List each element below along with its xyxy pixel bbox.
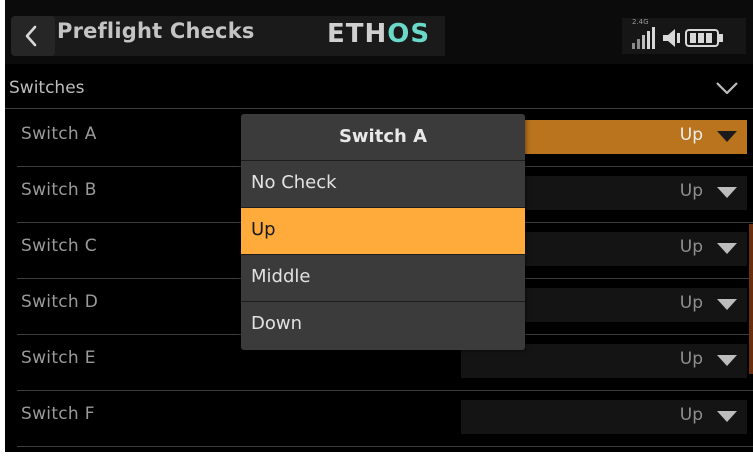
option-label: Down — [251, 313, 303, 334]
option-down[interactable]: Down — [241, 302, 525, 348]
row-label: Switch A — [21, 124, 97, 144]
option-label: Middle — [251, 266, 311, 287]
option-up[interactable]: Up — [241, 208, 525, 255]
dropdown-arrow-icon — [717, 299, 737, 310]
dropdown-arrow-icon — [717, 187, 737, 198]
row-label: Switch D — [21, 292, 99, 312]
row-switch-f: Switch F Up — [17, 390, 753, 447]
row-label: Switch B — [21, 180, 97, 200]
radio-screen: Preflight Checks ETHOS 2.4G Switches Swi… — [5, 0, 753, 452]
section-switches[interactable]: Switches — [5, 68, 753, 109]
row-label: Switch F — [21, 404, 95, 424]
dropdown-value: Up — [679, 349, 703, 369]
dropdown-arrow-icon — [717, 355, 737, 366]
option-middle[interactable]: Middle — [241, 255, 525, 302]
row-label: Switch C — [21, 236, 97, 256]
popup-title: Switch A — [241, 114, 525, 161]
signal-bars-icon — [632, 27, 655, 49]
ethos-logo: ETHOS — [327, 18, 430, 50]
option-label: Up — [251, 219, 276, 240]
option-label: No Check — [251, 172, 337, 193]
dropdown-arrow-icon — [717, 131, 737, 142]
back-button[interactable] — [11, 16, 55, 56]
dropdown-value: Up — [679, 405, 703, 425]
dropdown-value: Up — [679, 181, 703, 201]
speaker-icon — [663, 29, 680, 47]
dropdown-arrow-icon — [717, 411, 737, 422]
section-label: Switches — [9, 78, 85, 98]
logo-text-os: OS — [387, 19, 431, 49]
battery-icon — [685, 29, 723, 47]
rf-band-label: 2.4G — [632, 18, 649, 26]
chevron-down-icon[interactable] — [714, 78, 740, 98]
page-title: Preflight Checks — [57, 19, 255, 43]
dropdown-value: Up — [679, 237, 703, 257]
dropdown-arrow-icon — [717, 243, 737, 254]
value-dropdown[interactable]: Up — [461, 400, 747, 434]
dropdown-value: Up — [679, 293, 703, 313]
switch-position-popup: Switch A No Check Up Middle Down — [241, 114, 525, 350]
scrollbar[interactable] — [749, 224, 753, 374]
chevron-left-icon — [25, 25, 37, 47]
dropdown-value: Up — [679, 125, 703, 145]
header-bar: Preflight Checks ETHOS 2.4G — [5, 0, 753, 64]
logo-text-eth: ETH — [327, 19, 388, 49]
row-label: Switch E — [21, 348, 96, 368]
option-no-check[interactable]: No Check — [241, 161, 525, 208]
